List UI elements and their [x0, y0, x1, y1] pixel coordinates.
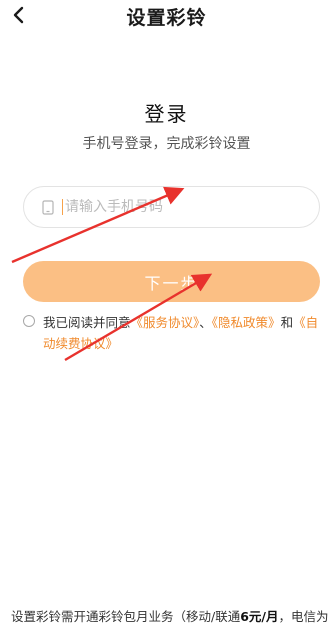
phone-number-input[interactable] [65, 199, 285, 215]
billing-notice-tail: ，电信为 [278, 609, 329, 624]
login-heading: 登录 [144, 102, 189, 126]
privacy-policy-link[interactable]: 《隐私政策》 [212, 315, 281, 330]
agreement-and: 和 [280, 315, 294, 330]
agreement-checkbox[interactable] [23, 315, 35, 327]
login-subtitle: 手机号登录，完成彩铃设置 [82, 136, 251, 152]
navigation-bar: 设置彩铃 [0, 0, 333, 34]
billing-price: 6元/月 [240, 609, 279, 624]
service-agreement-link[interactable]: 《服务协议》 [131, 315, 200, 330]
next-step-button[interactable]: 下一步 [23, 261, 320, 302]
agreement-text: 我已阅读并同意《服务协议》、《隐私政策》和《自动续费协议》 [43, 312, 323, 354]
billing-notice: 设置彩铃需开通彩铃包月业务（移动/联通6元/月，电信为 [11, 606, 329, 628]
agreement-separator: 、 [199, 315, 212, 330]
agreement-prefix: 我已阅读并同意 [43, 315, 131, 330]
page-title: 设置彩铃 [126, 7, 207, 29]
text-cursor [62, 199, 63, 215]
billing-notice-text: 设置彩铃需开通彩铃包月业务（移动/联通 [11, 609, 241, 624]
phone-input-field[interactable] [23, 186, 320, 228]
phone-icon [42, 199, 54, 215]
